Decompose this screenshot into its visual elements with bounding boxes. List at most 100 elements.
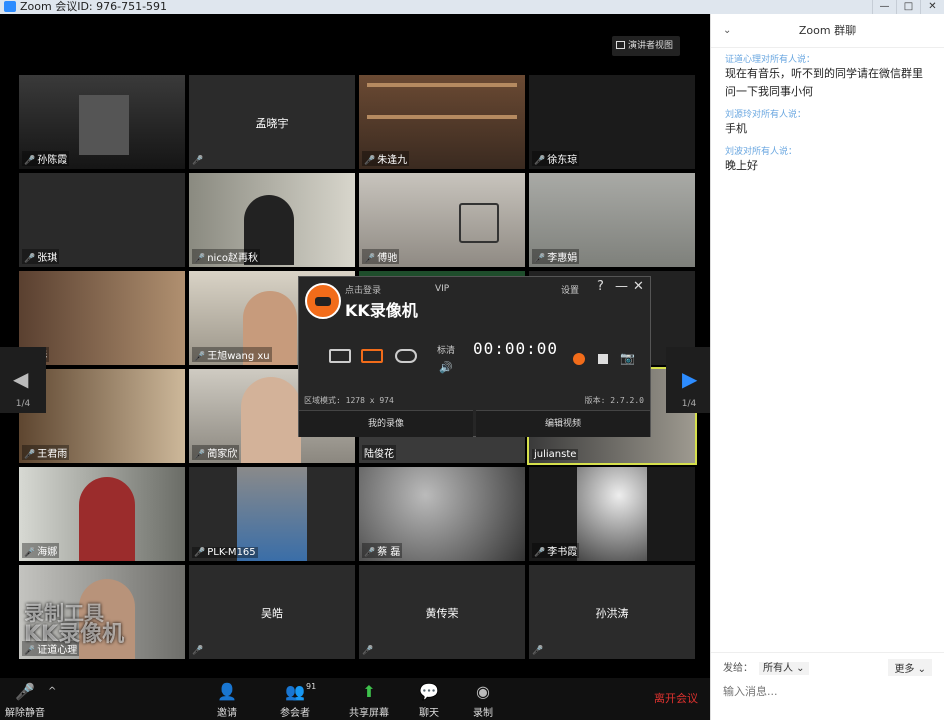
send-to: 发给： 所有人 ⌄ bbox=[723, 659, 809, 675]
kk-timer: 00:00:00 bbox=[473, 339, 559, 358]
unmute-button[interactable]: 🎤 解除静音 bbox=[4, 682, 46, 719]
start-record-icon[interactable] bbox=[573, 353, 585, 365]
muted-mic-icon: 🎤 bbox=[194, 548, 206, 558]
participant-name: 🎤 李惠娟 bbox=[532, 249, 580, 264]
screenshot-camera-icon[interactable]: 📷 bbox=[620, 351, 635, 365]
fullscreen-mode-icon[interactable] bbox=[329, 349, 351, 363]
send-to-select[interactable]: 所有人 ⌄ bbox=[759, 662, 809, 675]
region-mode-icon[interactable] bbox=[361, 349, 383, 363]
muted-mic-icon: 🎤 bbox=[534, 548, 546, 558]
chat-text: 晚上好 bbox=[725, 159, 758, 172]
chat-message: 刘波对所有人说： 晚上好 bbox=[711, 140, 944, 177]
kk-close-button[interactable]: ✕ bbox=[633, 279, 644, 294]
kk-help-button[interactable]: ? bbox=[597, 279, 604, 294]
kk-login-link[interactable]: 点击登录 bbox=[345, 283, 381, 296]
record-label: 录制 bbox=[473, 708, 493, 719]
bookshelf bbox=[367, 115, 517, 119]
my-recordings-button[interactable]: 我的录像 bbox=[299, 410, 473, 437]
muted-mic-icon: 🎤 bbox=[24, 254, 36, 264]
muted-mic-icon: 🎤 bbox=[534, 254, 546, 264]
kk-brand-title: KK录像机 bbox=[345, 301, 418, 320]
previous-page-button[interactable]: ◀ 1/4 bbox=[0, 347, 46, 413]
speaker-view-button[interactable]: 演讲者视图 bbox=[612, 36, 680, 56]
zoom-logo-icon bbox=[4, 1, 16, 12]
video-tile[interactable]: 🎤 张琪 bbox=[19, 173, 185, 267]
video-tile[interactable]: 🎤 PLK-M165 bbox=[189, 467, 355, 561]
share-screen-icon: ⬆ bbox=[362, 682, 376, 701]
participant-name-center: 黄传荣 bbox=[425, 607, 459, 620]
kk-vip-badge[interactable]: VIP bbox=[435, 284, 449, 294]
video-tile[interactable]: 🎤 李惠娟 bbox=[529, 173, 695, 267]
participants-button[interactable]: 👥 参会者 91 bbox=[276, 682, 317, 719]
video-tile[interactable]: 吴皓 🎤 bbox=[189, 565, 355, 659]
kk-logo-icon bbox=[305, 283, 341, 319]
chat-sender: 刘波对所有人说： bbox=[725, 147, 798, 157]
muted-mic-icon: 🎤 bbox=[15, 682, 35, 701]
participant-name: julianste bbox=[532, 449, 579, 460]
kk-recorder-window: 点击登录 VIP KK录像机 设置 ? — ✕ 标清 🔊 00:00:00 📷 … bbox=[298, 276, 651, 437]
muted-mic-icon: 🎤 bbox=[24, 548, 36, 558]
muted-mic-icon: 🎤 bbox=[194, 352, 206, 362]
chat-sender: 证道心理对所有人说： bbox=[725, 55, 816, 65]
participant-name-center: 吴皓 bbox=[261, 607, 283, 620]
participant-name-center: 孟晓宇 bbox=[255, 117, 289, 130]
video-frame bbox=[79, 95, 129, 155]
muted-mic-icon: 🎤 bbox=[194, 254, 206, 264]
audio-options-button[interactable]: ^ bbox=[48, 686, 56, 697]
chat-header: ⌄ Zoom 群聊 bbox=[711, 14, 944, 48]
participant-name: 🎤 蔺家欣 bbox=[192, 445, 240, 460]
participants-count: 91 bbox=[306, 682, 317, 691]
kk-settings-button[interactable]: 设置 bbox=[561, 283, 579, 296]
video-tile[interactable]: 孟晓宇 🎤 bbox=[189, 75, 355, 169]
game-mode-icon[interactable] bbox=[395, 349, 417, 363]
chat-message: 刘源玲对所有人说： 手机 bbox=[711, 103, 944, 140]
kk-quality-label[interactable]: 标清 bbox=[437, 343, 455, 356]
video-tile[interactable]: 🎤 nico赵再秋 bbox=[189, 173, 355, 267]
record-button[interactable]: ◉ 录制 bbox=[468, 682, 498, 719]
maximize-window-button[interactable]: □ bbox=[896, 0, 920, 14]
stop-record-icon[interactable] bbox=[598, 354, 608, 364]
invite-label: 邀请 bbox=[217, 708, 237, 719]
chat-panel: ⌄ Zoom 群聊 证道心理对所有人说： 现在有音乐，听不到的同学请在微信群里 … bbox=[710, 14, 944, 720]
video-tile[interactable]: 🎤 朱逢九 bbox=[359, 75, 525, 169]
more-button[interactable]: 更多 ⌄ bbox=[888, 659, 932, 676]
chat-button[interactable]: 💬 聊天 bbox=[414, 682, 444, 719]
share-screen-label: 共享屏幕 bbox=[349, 708, 389, 719]
video-tile[interactable]: 🎤 海娜 bbox=[19, 467, 185, 561]
minimize-window-button[interactable]: — bbox=[872, 0, 896, 14]
chat-bubble-icon: 💬 bbox=[419, 682, 439, 701]
chevron-down-icon[interactable]: ⌄ bbox=[723, 14, 731, 48]
video-tile[interactable]: 🎤 蔡 磊 bbox=[359, 467, 525, 561]
share-screen-button[interactable]: ⬆ 共享屏幕 bbox=[348, 682, 390, 719]
chat-footer: 发给： 所有人 ⌄ 更多 ⌄ bbox=[711, 652, 944, 720]
participant-name: 🎤 傅驰 bbox=[362, 249, 400, 264]
page-indicator-right: 1/4 bbox=[681, 399, 697, 409]
muted-mic-icon: 🎤 bbox=[192, 156, 204, 166]
page-indicator-left: 1/4 bbox=[15, 399, 31, 409]
video-tile[interactable]: 孙洪涛 🎤 bbox=[529, 565, 695, 659]
edit-video-button[interactable]: 编辑视频 bbox=[476, 410, 650, 437]
video-tile[interactable]: 🎤 傅驰 bbox=[359, 173, 525, 267]
watermark-line-2: KK录像机 bbox=[24, 622, 125, 647]
close-window-button[interactable]: ✕ bbox=[920, 0, 944, 14]
video-tile[interactable]: 🎤 李书霞 bbox=[529, 467, 695, 561]
volume-icon[interactable]: 🔊 bbox=[439, 361, 453, 374]
leave-meeting-button[interactable]: 离开会议 bbox=[654, 690, 698, 706]
chat-text: 问一下我同事小何 bbox=[725, 85, 813, 98]
video-tile[interactable]: 黄传荣 🎤 bbox=[359, 565, 525, 659]
chat-input[interactable] bbox=[723, 685, 923, 698]
chair bbox=[459, 203, 499, 243]
invite-button[interactable]: 👤 邀请 bbox=[210, 682, 244, 719]
chat-message: 证道心理对所有人说： 现在有音乐，听不到的同学请在微信群里 问一下我同事小何 bbox=[711, 48, 944, 103]
unmute-label: 解除静音 bbox=[5, 708, 45, 719]
chat-sender: 刘源玲对所有人说： bbox=[725, 110, 807, 120]
video-tile[interactable]: 🎤 孙陈霞 bbox=[19, 75, 185, 169]
video-tile[interactable]: 🎤 徐东琼 bbox=[529, 75, 695, 169]
participant-name: 🎤 张琪 bbox=[22, 249, 60, 264]
record-icon: ◉ bbox=[476, 682, 490, 701]
kk-minimize-button[interactable]: — bbox=[615, 279, 628, 294]
participant-name-center: 孙洪涛 bbox=[595, 607, 629, 620]
participant-name: 🎤 PLK-M165 bbox=[192, 547, 258, 558]
next-page-button[interactable]: ▶ 1/4 bbox=[666, 347, 712, 413]
muted-mic-icon: 🎤 bbox=[532, 646, 544, 656]
